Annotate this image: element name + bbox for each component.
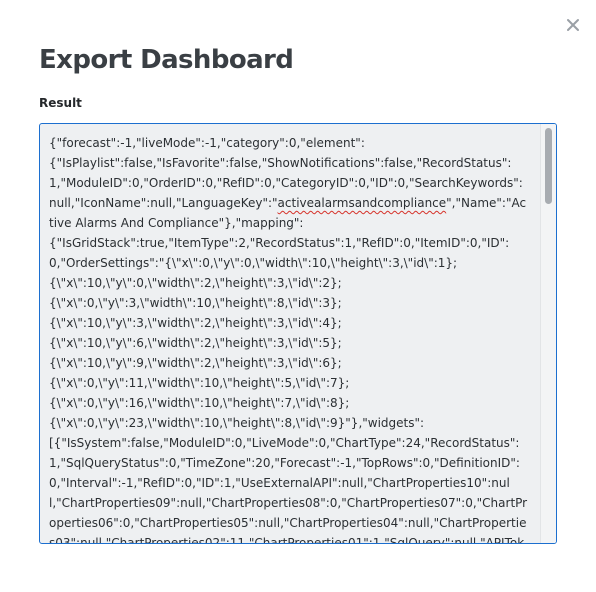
result-line-6: {\"x\":0,\"y\":3,\"width\":10,\"height\"… <box>49 296 342 310</box>
result-line-11: {\"x\":0,\"y\":16,\"width\":10,\"height\… <box>49 396 350 410</box>
result-scrollbar[interactable] <box>540 124 556 543</box>
result-line-9: {\"x\":10,\"y\":9,\"width\":2,\"height\"… <box>49 356 342 370</box>
export-dashboard-dialog: Export Dashboard Result {"forecast":-1,"… <box>0 0 596 592</box>
result-textarea[interactable]: {"forecast":-1,"liveMode":-1,"category":… <box>39 123 557 544</box>
result-line-4: {"IsGridStack":true,"ItemType":2,"Record… <box>49 236 510 270</box>
dialog-title: Export Dashboard <box>39 45 294 75</box>
result-label: Result <box>39 96 82 110</box>
misspelled-word: activealarmsandcompliance <box>277 196 447 210</box>
result-line-13: [{"IsSystem":false,"ModuleID":0,"LiveMod… <box>49 436 528 544</box>
close-icon[interactable] <box>562 14 584 36</box>
result-line-5: {\"x\":10,\"y\":0,\"width\":2,\"height\"… <box>49 276 342 290</box>
result-line-8: {\"x\":10,\"y\":6,\"width\":2,\"height\"… <box>49 336 342 350</box>
scrollbar-thumb[interactable] <box>545 128 552 204</box>
result-line-12: {\"x\":0,\"y\":23,\"width\":10,\"height\… <box>49 416 425 430</box>
result-text[interactable]: {"forecast":-1,"liveMode":-1,"category":… <box>49 133 529 544</box>
result-line-10: {\"x\":0,\"y\":11,\"width\":10,\"height\… <box>49 376 350 390</box>
close-icon-glyph <box>567 19 579 31</box>
result-line-7: {\"x\":10,\"y\":3,\"width\":2,\"height\"… <box>49 316 342 330</box>
result-line-1: {"forecast":-1,"liveMode":-1,"category":… <box>49 136 365 150</box>
